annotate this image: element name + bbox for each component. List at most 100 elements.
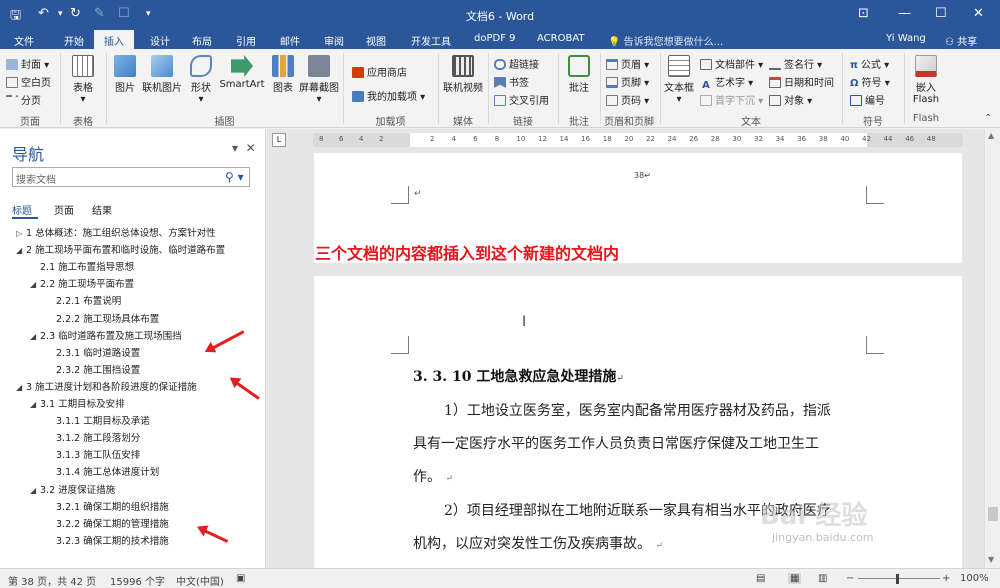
tab-10[interactable]: doPDF 9 — [474, 33, 516, 44]
nav-heading-item[interactable]: ◢ 2 施工现场平面布置和临时设施、临时道路布置 — [16, 242, 225, 256]
nav-heading-item[interactable]: 2.2.2 施工现场具体布置 — [46, 311, 159, 325]
collapse-icon[interactable]: ◢ — [16, 246, 26, 255]
comment-button[interactable]: 批注 — [562, 55, 596, 94]
maximize-icon[interactable]: ☐ — [935, 6, 947, 21]
nav-heading-item[interactable]: 3.1.4 施工总体进度计划 — [46, 464, 159, 478]
read-mode-icon[interactable]: ▤ — [756, 573, 765, 584]
page-break-button[interactable]: 分页 — [6, 92, 41, 107]
tab-5[interactable]: 引用 — [236, 33, 256, 48]
cover-page-button[interactable]: 封面 ▾ — [6, 56, 49, 71]
nav-heading-item[interactable]: ◢ 3.1 工期目标及安排 — [30, 396, 125, 410]
close-icon[interactable]: ✕ — [973, 6, 984, 21]
collapse-icon[interactable]: ◢ — [16, 383, 26, 392]
datetime-button[interactable]: 日期和时间 — [769, 74, 834, 89]
nav-heading-item[interactable]: ◢ 3 施工进度计划和各阶段进度的保证措施 — [16, 379, 197, 393]
collapse-ribbon-icon[interactable]: ⌃ — [984, 113, 992, 124]
tab-3[interactable]: 设计 — [150, 33, 170, 48]
close-icon[interactable]: ✕ — [246, 141, 256, 155]
zoom-slider-thumb[interactable] — [896, 574, 899, 584]
my-addins-button[interactable]: 我的加载项 ▾ — [352, 88, 425, 103]
header-button[interactable]: 页眉 ▾ — [606, 56, 649, 71]
print-layout-icon[interactable]: ▦ — [788, 573, 802, 584]
zoom-slider[interactable] — [858, 578, 940, 579]
scroll-up-icon[interactable]: ▲ — [988, 131, 994, 140]
numbering-button[interactable]: 编号 — [850, 92, 885, 107]
nav-heading-item[interactable]: 2.3.1 临时道路设置 — [46, 345, 140, 359]
tab-selector-icon[interactable]: L — [272, 133, 286, 147]
tab-8[interactable]: 视图 — [366, 33, 386, 48]
nav-heading-item[interactable]: 3.2.1 确保工期的组织措施 — [46, 499, 169, 513]
textbox-button[interactable]: 文本框 ▾ — [663, 55, 695, 105]
page-count[interactable]: 第 38 页，共 42 页 — [8, 573, 96, 588]
tab-6[interactable]: 邮件 — [280, 33, 300, 48]
tab-2[interactable]: 插入 — [94, 30, 134, 49]
page-number-button[interactable]: 页码 ▾ — [606, 92, 649, 107]
language[interactable]: 中文(中国) — [176, 573, 224, 588]
horizontal-ruler[interactable]: 8 6 4 2 2 4 6 8 10 12 14 16 18 20 22 24 26 28 30 32 34 36 38 40… — [313, 133, 963, 147]
nav-tab-0[interactable]: 标题 — [12, 202, 32, 217]
tab-9[interactable]: 开发工具 — [411, 33, 451, 48]
nav-heading-item[interactable]: 3.2.2 确保工期的管理措施 — [46, 516, 169, 530]
blank-page-button[interactable]: 空白页 — [6, 74, 51, 89]
nav-tab-2[interactable]: 结果 — [92, 202, 112, 217]
table-button[interactable]: 表格 ▾ — [66, 55, 100, 105]
scroll-down-icon[interactable]: ▼ — [988, 555, 994, 564]
cross-reference-button[interactable]: 交叉引用 — [494, 92, 549, 107]
collapse-icon[interactable]: ◢ — [30, 486, 40, 495]
equation-button[interactable]: π 公式 ▾ — [850, 56, 889, 71]
nav-heading-item[interactable]: ◢ 3.2 进度保证措施 — [30, 482, 115, 496]
tab-11[interactable]: ACROBAT — [537, 33, 585, 44]
smartart-button[interactable]: SmartArt — [218, 55, 266, 90]
collapse-icon[interactable]: ◢ — [30, 400, 40, 409]
tell-me-input[interactable]: 💡 告诉我您想要做什么... — [608, 33, 723, 48]
document-area[interactable]: L 8 6 4 2 2 4 6 8 10 12 14 16 18 20 22 24 26 28 30 32 34 36 38… — [267, 129, 984, 568]
word-count[interactable]: 15996 个字 — [110, 573, 165, 588]
ribbon-display-icon[interactable]: ⊡ — [858, 6, 869, 21]
tab-1[interactable]: 开始 — [64, 33, 84, 48]
nav-heading-item[interactable]: ▷ 1 总体概述：施工组织总体设想、方案针对性 — [16, 225, 216, 239]
search-input[interactable]: 搜索文档 ⚲ ▾ — [12, 167, 250, 187]
nav-pane-controls[interactable]: ▾ ✕ — [232, 141, 256, 155]
web-layout-icon[interactable]: ▥ — [818, 573, 827, 584]
macro-icon[interactable]: ▣ — [236, 573, 245, 584]
symbol-button[interactable]: Ω 符号 ▾ — [850, 74, 890, 89]
nav-heading-item[interactable]: 3.1.1 工期目标及承诺 — [46, 413, 150, 427]
collapse-icon[interactable]: ◢ — [30, 332, 40, 341]
scroll-thumb[interactable] — [988, 507, 998, 521]
nav-heading-item[interactable]: 2.2.1 布置说明 — [46, 293, 121, 307]
store-button[interactable]: 应用商店 — [352, 64, 407, 79]
expand-icon[interactable]: ▷ — [16, 229, 26, 238]
nav-heading-item[interactable]: 3.1.3 施工队伍安排 — [46, 447, 140, 461]
wordart-button[interactable]: A 艺术字 ▾ — [700, 74, 753, 91]
nav-heading-item[interactable]: 3.1.2 施工段落划分 — [46, 430, 140, 444]
tab-7[interactable]: 审阅 — [324, 33, 344, 48]
minimize-icon[interactable]: — — [898, 6, 911, 21]
user-name[interactable]: Yi Wang — [886, 33, 926, 44]
nav-heading-item[interactable]: 2.3.2 施工围挡设置 — [46, 362, 140, 376]
vertical-scrollbar[interactable]: ▲ ▼ — [984, 129, 1000, 568]
share-button[interactable]: ⚇ 共享 — [945, 33, 977, 48]
zoom-level[interactable]: 100% — [960, 573, 989, 584]
footer-button[interactable]: 页脚 ▾ — [606, 74, 649, 89]
signature-line-button[interactable]: 签名行 ▾ — [769, 56, 822, 71]
object-button[interactable]: 对象 ▾ — [769, 92, 812, 107]
nav-options-icon[interactable]: ▾ — [232, 141, 238, 155]
nav-heading-item[interactable]: ◢ 2.2 施工现场平面布置 — [30, 276, 134, 290]
zoom-out-icon[interactable]: − — [846, 573, 854, 584]
nav-tab-1[interactable]: 页面 — [54, 202, 74, 217]
collapse-icon[interactable]: ◢ — [30, 280, 40, 289]
bookmark-button[interactable]: 书签 — [494, 74, 529, 89]
screenshot-button[interactable]: 屏幕截图 ▾ — [299, 55, 339, 105]
shapes-button[interactable]: 形状 ▾ — [187, 55, 215, 105]
nav-heading-item[interactable]: ◢ 2.3 临时道路布置及施工现场围挡 — [30, 328, 182, 342]
dropcap-button[interactable]: 首字下沉 ▾ — [700, 92, 763, 107]
picture-button[interactable]: 图片 — [111, 55, 139, 94]
online-picture-button[interactable]: 联机图片 — [140, 55, 184, 94]
tab-4[interactable]: 布局 — [192, 33, 212, 48]
nav-heading-item[interactable]: 3.2.3 确保工期的技术措施 — [46, 533, 169, 547]
search-icon[interactable]: ⚲ ▾ — [225, 170, 244, 184]
quick-parts-button[interactable]: 文档部件 ▾ — [700, 56, 763, 71]
zoom-in-icon[interactable]: + — [942, 573, 950, 584]
nav-heading-item[interactable]: 2.1 施工布置指导思想 — [30, 259, 134, 273]
tab-0[interactable]: 文件 — [14, 33, 34, 48]
